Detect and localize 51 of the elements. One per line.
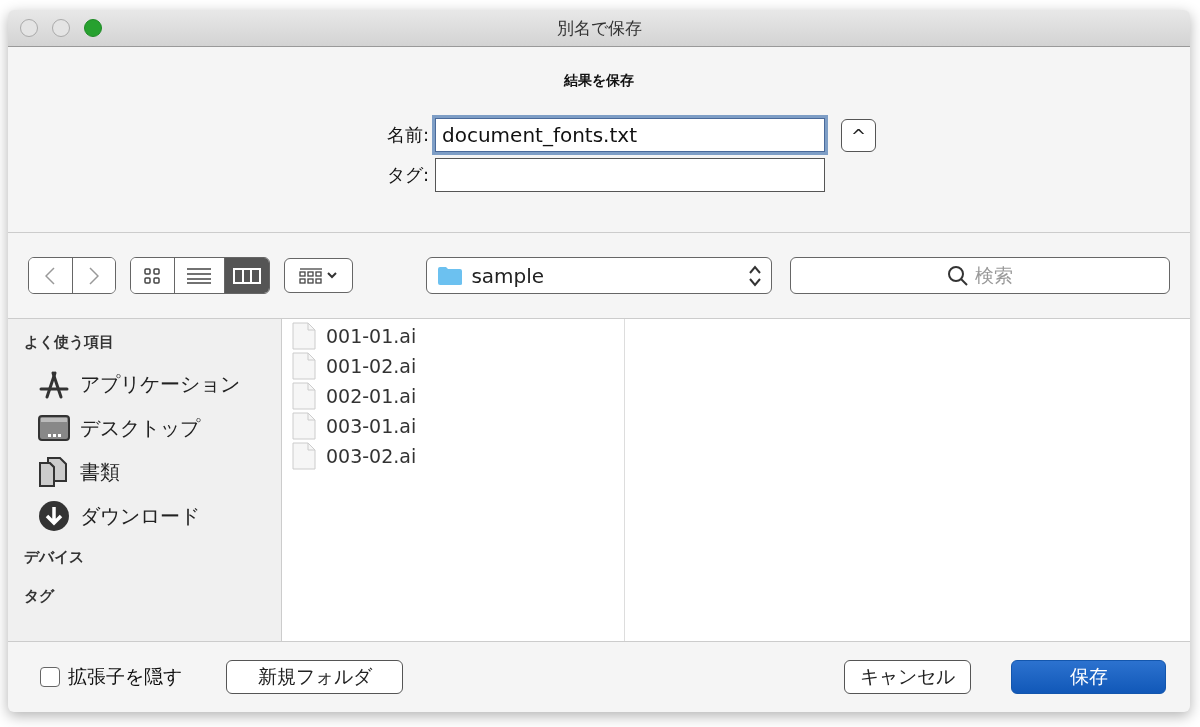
new-folder-button[interactable]: 新規フォルダ [226,660,403,694]
back-icon [45,266,56,285]
sidebar-heading: デバイス [24,548,85,567]
sidebar-item[interactable]: ダウンロード [80,502,200,530]
back-button[interactable] [29,258,73,293]
view-mode-button[interactable] [130,258,175,293]
name-label: 名前: [385,123,430,147]
chevron-down-icon [327,272,338,279]
document-icon [292,352,316,380]
stepper-arrows-icon [748,264,761,287]
desktop-icon [38,414,70,442]
tags-label: タグ: [385,163,430,187]
file-name[interactable]: 003-02.ai [326,445,417,467]
dialog-message: 結果を保存 [564,72,634,90]
arrange-button[interactable] [283,258,354,293]
document-icon [292,412,316,440]
sidebar-heading: よく使う項目 [24,333,115,352]
document-icon [292,382,316,410]
search-icon [946,264,969,287]
location-popup[interactable]: sample [426,257,772,294]
columns-icon [232,267,261,284]
sidebar-item[interactable]: 書類 [80,458,120,486]
document-icon [292,442,316,470]
hide-extension-checkbox[interactable] [40,667,60,687]
list-icon [187,267,212,284]
name-field[interactable]: document_fonts.txt [435,118,825,152]
view-mode-button[interactable] [224,258,269,293]
folder-icon [437,265,464,286]
view-mode-control[interactable] [129,257,270,294]
file-name[interactable]: 001-02.ai [326,355,417,377]
navigation-control[interactable] [28,257,116,294]
sidebar-item[interactable]: デスクトップ [80,414,200,442]
app-store-icon [38,369,70,399]
window-title: 別名で保存 [556,16,642,40]
documents-icon [38,457,70,487]
arrange-icon [299,267,324,284]
document-icon [292,322,316,350]
hide-extension-label: 拡張子を隠す [68,664,182,689]
download-icon [38,500,70,532]
file-name[interactable]: 001-01.ai [326,325,417,347]
save-button[interactable]: 保存 [1011,660,1166,694]
expand-button[interactable]: ^ [841,118,876,152]
file-name[interactable]: 003-01.ai [326,415,417,437]
tags-field[interactable] [435,158,825,192]
sidebar-item[interactable]: アプリケーション [80,370,240,398]
file-name[interactable]: 002-01.ai [326,385,417,407]
cancel-button[interactable]: キャンセル [844,660,971,694]
sidebar-heading: タグ [24,587,56,606]
forward-icon [88,266,99,285]
grid-icon [144,267,161,284]
zoom-button[interactable] [84,19,102,37]
